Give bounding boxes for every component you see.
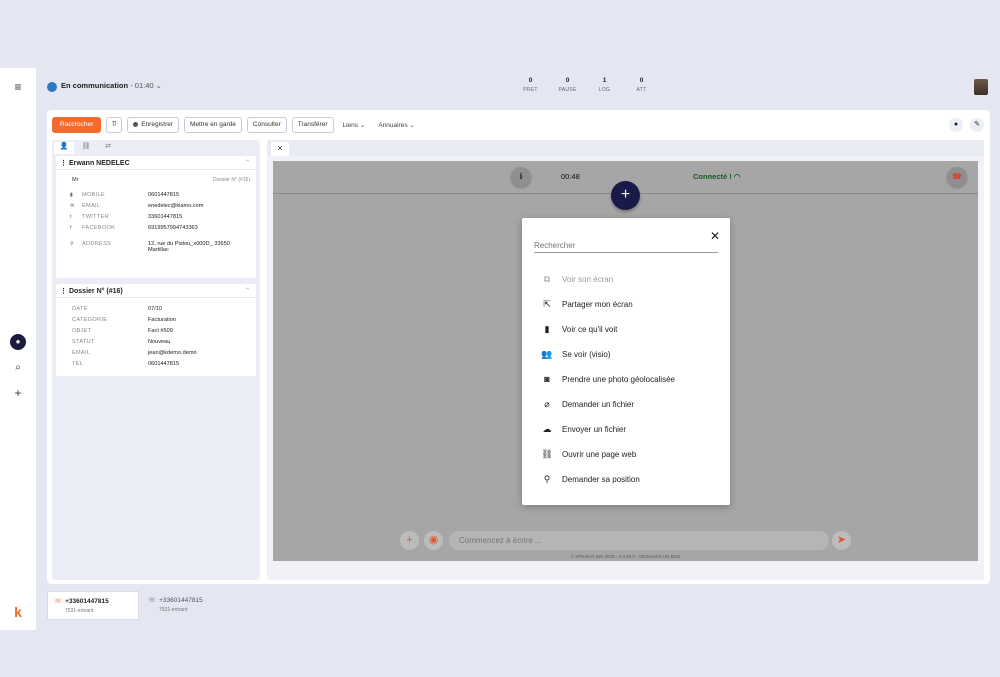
contact-title: Mr: [72, 177, 80, 183]
contact-panel: 👤 ⛓ ⇄ ⋮ Erwann NEDELEC ⌃ Mr Dossier N° (#1…: [52, 140, 260, 580]
dossier-field-object: OBJET Fact #509: [72, 328, 173, 334]
queue-counters: 0 PRET 0 PAUSE 1 LOG 0 ATT: [512, 77, 660, 93]
tag-icon[interactable]: ●: [949, 118, 963, 132]
info-icon[interactable]: ℹ: [511, 167, 531, 187]
call-card-secondary[interactable]: ☏ +33601447815 7531-entrant: [142, 591, 234, 620]
person-tab-icon[interactable]: 👤: [54, 142, 74, 154]
left-navbar: ≡ ● ⌕ + k: [0, 68, 36, 630]
contact-name: Erwann NEDELEC: [68, 160, 130, 167]
screen-icon: ⧉: [543, 274, 551, 284]
add-action-button[interactable]: +: [611, 181, 640, 210]
dossier-title: Dossier N° (#16): [68, 288, 123, 295]
dossier-ref: Dossier N° (#16): [212, 177, 250, 183]
contact-card: ⋮ Erwann NEDELEC ⌃ Mr Dossier N° (#16) ▮ MO…: [56, 156, 256, 278]
field-facebook: f FACEBOOK 6919957994743363: [70, 225, 198, 231]
kiamo-logo: k: [14, 604, 22, 620]
phone-icon: ▮: [544, 324, 550, 334]
session-timer: 00:48: [561, 172, 580, 181]
dossier-card-header[interactable]: ⋮ Dossier N° (#16) ⌃: [56, 284, 256, 298]
field-address: ⚲ ADDRESS 12, rue du Pistou_x000D_ 33650 M…: [70, 241, 230, 254]
session-tabbar: ×: [267, 140, 984, 156]
directories-dropdown[interactable]: Annuaires ⌄: [374, 121, 419, 129]
action-see-what-they-see[interactable]: ▮ Voir ce qu'il voit: [540, 324, 720, 338]
counter-att: 0 ATT: [636, 77, 647, 93]
action-send-file[interactable]: ☁ Envoyer un fichier: [540, 424, 720, 438]
counter-log: 1 LOG: [598, 77, 611, 93]
action-video-call[interactable]: 👥 Se voir (visio): [540, 349, 720, 363]
action-view-screen[interactable]: ⧉ Voir son écran: [540, 274, 720, 288]
connection-status: Connecté ! ◠: [693, 172, 741, 181]
footer-note: © SPEAKYLINK 2023 - V.3.29.0 - SIGNALER …: [570, 554, 681, 559]
field-email: ✉ EMAIL enedelec@kiamo.com: [70, 203, 204, 209]
phone-icon: ☏: [54, 598, 63, 605]
chat-input[interactable]: [449, 531, 829, 550]
counter-pret: 0 PRET: [523, 77, 538, 93]
hangup-icon[interactable]: ☎: [947, 167, 967, 187]
dialpad-button[interactable]: ⠿: [106, 117, 123, 133]
contact-tabs: 👤 ⛓ ⇄: [52, 140, 260, 154]
action-geo-photo[interactable]: ◙ Prendre une photo géolocalisée: [540, 374, 720, 388]
action-open-webpage[interactable]: ⛓ Ouvrir une page web: [540, 449, 720, 463]
people-icon: 👥: [541, 349, 553, 359]
cobrowse-icon[interactable]: ◉: [424, 531, 443, 550]
dossier-field-date: DATE 07/10: [72, 306, 162, 312]
actions-modal: ✕ ⧉Voir son écran ⇱Partager mon écran ▮V…: [522, 218, 730, 505]
cloud-upload-icon: ☁: [542, 424, 552, 434]
status-dot: [47, 82, 57, 92]
plus-icon[interactable]: +: [400, 531, 419, 550]
agent-status[interactable]: En communication - 01:40 ⌄: [61, 81, 162, 90]
record-button[interactable]: Enregistrer: [127, 117, 180, 133]
collapse-icon[interactable]: ⌃: [245, 159, 250, 166]
call-toolbar: Raccrocher ⠿ Enregistrer Mettre en garde…: [52, 117, 419, 133]
field-twitter: t TWITTER 33601447815: [70, 214, 183, 220]
record-icon: [133, 121, 139, 127]
dossier-field-category: CATÉGORIE Facturation: [72, 317, 176, 323]
action-share-screen[interactable]: ⇱ Partager mon écran: [540, 299, 720, 313]
chat-bar: + ◉ ➤: [397, 530, 857, 552]
contact-card-header[interactable]: ⋮ Erwann NEDELEC ⌃: [56, 156, 256, 170]
hangup-button[interactable]: Raccrocher: [52, 117, 102, 133]
counter-pause: 0 PAUSE: [558, 77, 577, 93]
dossier-field-status: STATUT Nouveau: [72, 339, 171, 345]
close-tab-icon[interactable]: ×: [271, 142, 289, 156]
status-timer: 01:40: [134, 81, 154, 90]
call-card-active[interactable]: ☏ +33601447815 7531-entrant: [47, 591, 139, 620]
menu-icon[interactable]: ≡: [0, 80, 36, 94]
field-mobile: ▮ MOBILE 0601447815: [70, 192, 180, 198]
transfer-tab-icon[interactable]: ⇄: [98, 142, 118, 154]
camera-icon: ◙: [544, 374, 550, 384]
hold-button[interactable]: Mettre en garde: [184, 117, 242, 133]
main-panel: Raccrocher ⠿ Enregistrer Mettre en garde…: [47, 110, 990, 584]
search-icon[interactable]: ⌕: [0, 362, 36, 373]
transfer-button[interactable]: Transférer: [291, 117, 334, 133]
dossier-card: ⋮ Dossier N° (#16) ⌃ DATE 07/10 CATÉGORIE F…: [56, 284, 256, 376]
links-dropdown[interactable]: Liens ⌄: [339, 121, 370, 129]
add-icon[interactable]: +: [0, 386, 36, 400]
phone-icon: ☏: [148, 597, 157, 604]
dossier-field-tel: TEL 0601447815: [72, 361, 180, 367]
modal-search-input[interactable]: [534, 238, 718, 253]
active-calls-bar: ☏ +33601447815 7531-entrant ☏ +33601447815…: [47, 591, 347, 621]
grid-icon: ⠿: [111, 121, 117, 128]
top-status-bar: En communication - 01:40 ⌄ 0 PRET 0 PAUSE …: [47, 74, 990, 100]
send-icon[interactable]: ➤: [832, 531, 851, 550]
action-request-file[interactable]: ⌀ Demander un fichier: [540, 399, 720, 413]
avatar[interactable]: [974, 79, 988, 95]
consult-button[interactable]: Consulter: [246, 117, 287, 133]
link-icon: ⛓: [541, 449, 553, 459]
edit-icon[interactable]: ✎: [970, 118, 984, 132]
location-pin-icon: ⚲: [543, 474, 551, 484]
status-label: En communication: [61, 81, 129, 90]
collapse-icon[interactable]: ⌃: [245, 287, 250, 294]
action-request-location[interactable]: ⚲ Demander sa position: [540, 474, 720, 488]
chat-icon[interactable]: ●: [10, 334, 26, 350]
wifi-icon: ◠: [733, 172, 741, 181]
paperclip-icon: ⌀: [544, 399, 550, 409]
dossier-field-email: EMAIL jean@kdemo.demo: [72, 350, 197, 356]
link-tab-icon[interactable]: ⛓: [76, 142, 96, 154]
share-screen-icon: ⇱: [543, 299, 551, 309]
